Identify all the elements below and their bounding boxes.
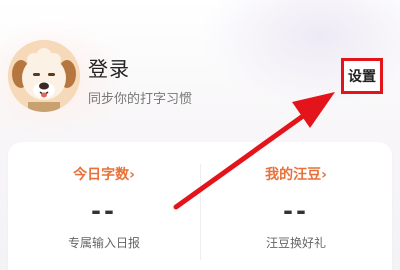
dog-avatar-icon	[8, 40, 80, 112]
chevron-right-icon: ›	[129, 167, 135, 183]
login-button[interactable]: 登录	[88, 53, 130, 82]
today-chars-panel[interactable]: 今日字数› -- 专属输入日报	[8, 142, 200, 270]
today-chars-title[interactable]: 今日字数›	[8, 164, 200, 184]
profile-header: 登录 同步你的打字习惯 设置	[0, 0, 400, 130]
today-chars-description: 专属输入日报	[67, 236, 140, 250]
stats-card: 今日字数› -- 专属输入日报 我的汪豆› -- 汪豆换好礼	[8, 142, 392, 270]
settings-button[interactable]: 设置	[341, 58, 383, 94]
settings-label: 设置	[348, 69, 376, 85]
my-beans-title-label: 我的汪豆	[265, 167, 322, 183]
today-chars-value: --	[91, 197, 117, 225]
my-beans-panel[interactable]: 我的汪豆› -- 汪豆换好礼	[200, 142, 392, 270]
screen: 登录 同步你的打字习惯 设置 今日字数› -- 专属输入日报 我的汪豆› -- …	[0, 0, 400, 270]
avatar[interactable]	[8, 40, 80, 112]
my-beans-description: 汪豆换好礼	[265, 236, 326, 250]
chevron-right-icon: ›	[321, 167, 327, 183]
my-beans-value: --	[283, 197, 309, 225]
my-beans-title[interactable]: 我的汪豆›	[200, 164, 392, 184]
today-chars-title-label: 今日字数	[73, 167, 130, 183]
login-subtitle: 同步你的打字习惯	[88, 92, 193, 107]
